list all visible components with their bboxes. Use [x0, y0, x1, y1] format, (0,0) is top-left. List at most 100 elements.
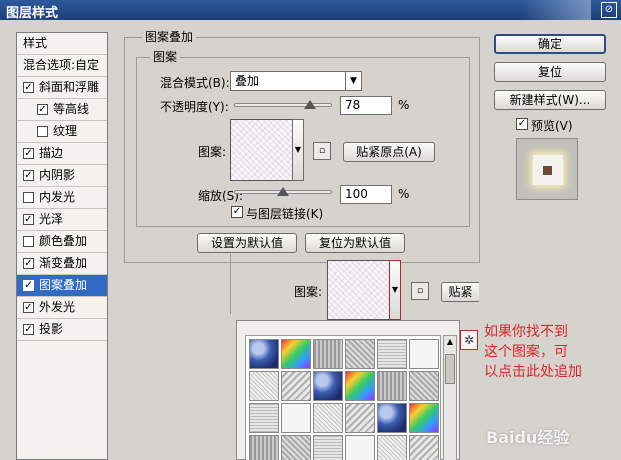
pattern-tile[interactable] — [249, 435, 279, 460]
pattern-tile[interactable] — [281, 403, 311, 433]
styles-header[interactable]: 样式 — [17, 33, 107, 55]
scale-percent: % — [398, 187, 410, 201]
style-item-checkbox[interactable]: ✓ — [23, 258, 34, 269]
styles-list: 样式 混合选项:自定 ✓ 斜面和浮雕 ✓ 等高线 纹理 ✓ 描边 ✓ 内阴影内发光 ✓ 光泽颜色叠加… — [16, 32, 108, 460]
snap-origin-button[interactable]: 贴紧原点(A) — [343, 142, 435, 162]
opacity-input[interactable]: 78 — [340, 96, 392, 115]
pattern-subgroup-title: 图案 — [150, 48, 181, 65]
style-item[interactable]: ✓ 外发光 — [17, 297, 107, 319]
style-item[interactable]: ✓ 内阴影 — [17, 165, 107, 187]
pattern-tile[interactable] — [345, 403, 375, 433]
pattern-tile[interactable] — [377, 403, 407, 433]
blend-options-label: 混合选项:自定 — [23, 58, 100, 72]
style-item-checkbox[interactable]: ✓ — [37, 104, 48, 115]
pattern-tile[interactable] — [409, 371, 439, 401]
style-item[interactable]: ✓ 斜面和浮雕 — [17, 77, 107, 99]
pattern-tile[interactable] — [313, 339, 343, 369]
new-preset-icon[interactable]: ▫ — [313, 142, 331, 160]
style-item-checkbox[interactable] — [23, 192, 34, 203]
style-item[interactable]: ✓ 投影 — [17, 319, 107, 341]
style-item-label: 颜色叠加 — [39, 234, 88, 248]
watermark: Baidu经验 — [486, 428, 570, 447]
snap-origin-button-lower[interactable]: 贴紧 — [441, 282, 479, 302]
style-item-label: 内发光 — [39, 190, 76, 204]
blend-mode-value: 叠加 — [235, 74, 260, 88]
pattern-tile[interactable] — [281, 435, 311, 460]
pattern-tile[interactable] — [249, 339, 279, 369]
annotation-line: 如果你找不到 — [484, 324, 568, 340]
close-icon[interactable]: ⊘ — [601, 2, 617, 18]
window-title: 图层样式 — [6, 6, 59, 21]
pattern-swatch[interactable] — [230, 119, 293, 181]
style-item-checkbox[interactable]: ✓ — [23, 214, 34, 225]
pattern-tile[interactable] — [281, 339, 311, 369]
scale-slider-thumb[interactable] — [277, 187, 289, 196]
pattern-dropdown-lower-chevron-icon[interactable]: ▼ — [389, 260, 401, 320]
style-item[interactable]: ✓ 光泽 — [17, 209, 107, 231]
style-item[interactable]: ✓ 等高线 — [17, 99, 107, 121]
pattern-tile[interactable] — [377, 371, 407, 401]
pattern-tile[interactable] — [377, 435, 407, 460]
preview-checkbox[interactable]: ✓ — [516, 118, 528, 130]
pattern-tile[interactable] — [409, 403, 439, 433]
style-item[interactable]: ✓ 图案叠加 — [17, 275, 107, 297]
pattern-tile[interactable] — [409, 435, 439, 460]
style-item-checkbox[interactable]: ✓ — [23, 148, 34, 159]
style-item-label: 内阴影 — [39, 168, 76, 182]
pattern-tile[interactable] — [313, 371, 343, 401]
pattern-tile[interactable] — [377, 339, 407, 369]
blend-mode-select[interactable]: 叠加 ▼ — [230, 71, 362, 91]
pattern-tile[interactable] — [281, 371, 311, 401]
pattern-tile[interactable] — [345, 435, 375, 460]
pattern-tile[interactable] — [313, 403, 343, 433]
new-preset-lower-icon[interactable]: ▫ — [411, 282, 429, 300]
scroll-up-icon[interactable]: ▲ — [444, 336, 456, 348]
pattern-tile[interactable] — [345, 371, 375, 401]
pattern-dropdown-chevron-icon[interactable]: ▼ — [292, 119, 304, 181]
blend-options-item[interactable]: 混合选项:自定 — [17, 55, 107, 77]
style-item[interactable]: ✓ 描边 — [17, 143, 107, 165]
new-style-button[interactable]: 新建样式(W)... — [494, 90, 606, 110]
annotation-line: 这个图案，可 — [484, 344, 568, 360]
title-decoration — [521, 0, 591, 20]
set-default-button[interactable]: 设置为默认值 — [197, 233, 297, 253]
pattern-tile[interactable] — [249, 403, 279, 433]
pattern-swatch-lower[interactable] — [327, 260, 390, 320]
pattern-grid — [245, 335, 441, 460]
palette-menu-gear-icon[interactable]: ✲ — [460, 330, 478, 350]
scrollbar-thumb[interactable] — [445, 354, 455, 384]
scale-input[interactable]: 100 — [340, 185, 392, 204]
opacity-slider-thumb[interactable] — [304, 100, 317, 109]
style-item[interactable]: 纹理 — [17, 121, 107, 143]
pattern-tile[interactable] — [249, 371, 279, 401]
link-layer-label: 与图层链接(K) — [246, 207, 324, 221]
pattern-tile[interactable] — [409, 339, 439, 369]
style-item-label: 图案叠加 — [39, 278, 88, 292]
style-item[interactable]: ✓ 渐变叠加 — [17, 253, 107, 275]
style-item-label: 渐变叠加 — [39, 256, 88, 270]
style-item-label: 描边 — [39, 146, 64, 160]
divider — [230, 254, 231, 314]
style-item[interactable]: 内发光 — [17, 187, 107, 209]
ok-button[interactable]: 确定 — [494, 34, 606, 54]
palette-scrollbar[interactable]: ▲ — [443, 335, 457, 460]
style-item-checkbox[interactable]: ✓ — [23, 324, 34, 335]
style-item-checkbox[interactable]: ✓ — [23, 280, 34, 291]
style-item-checkbox[interactable] — [23, 236, 34, 247]
reset-default-button[interactable]: 复位为默认值 — [305, 233, 405, 253]
style-item-checkbox[interactable] — [37, 126, 48, 137]
style-item-checkbox[interactable]: ✓ — [23, 302, 34, 313]
chevron-down-icon: ▼ — [345, 72, 361, 90]
opacity-slider[interactable] — [234, 103, 332, 107]
pattern-palette: ▲ — [236, 320, 460, 460]
reset-button[interactable]: 复位 — [494, 62, 606, 82]
style-item-checkbox[interactable]: ✓ — [23, 82, 34, 93]
style-item-label: 斜面和浮雕 — [39, 80, 100, 94]
pattern-tile[interactable] — [345, 339, 375, 369]
style-preview — [516, 138, 578, 200]
link-layer-checkbox[interactable]: ✓ — [231, 206, 243, 218]
style-item-checkbox[interactable]: ✓ — [23, 170, 34, 181]
pattern-tile[interactable] — [313, 435, 343, 460]
pattern-label: 图案: — [198, 145, 227, 159]
style-item[interactable]: 颜色叠加 — [17, 231, 107, 253]
